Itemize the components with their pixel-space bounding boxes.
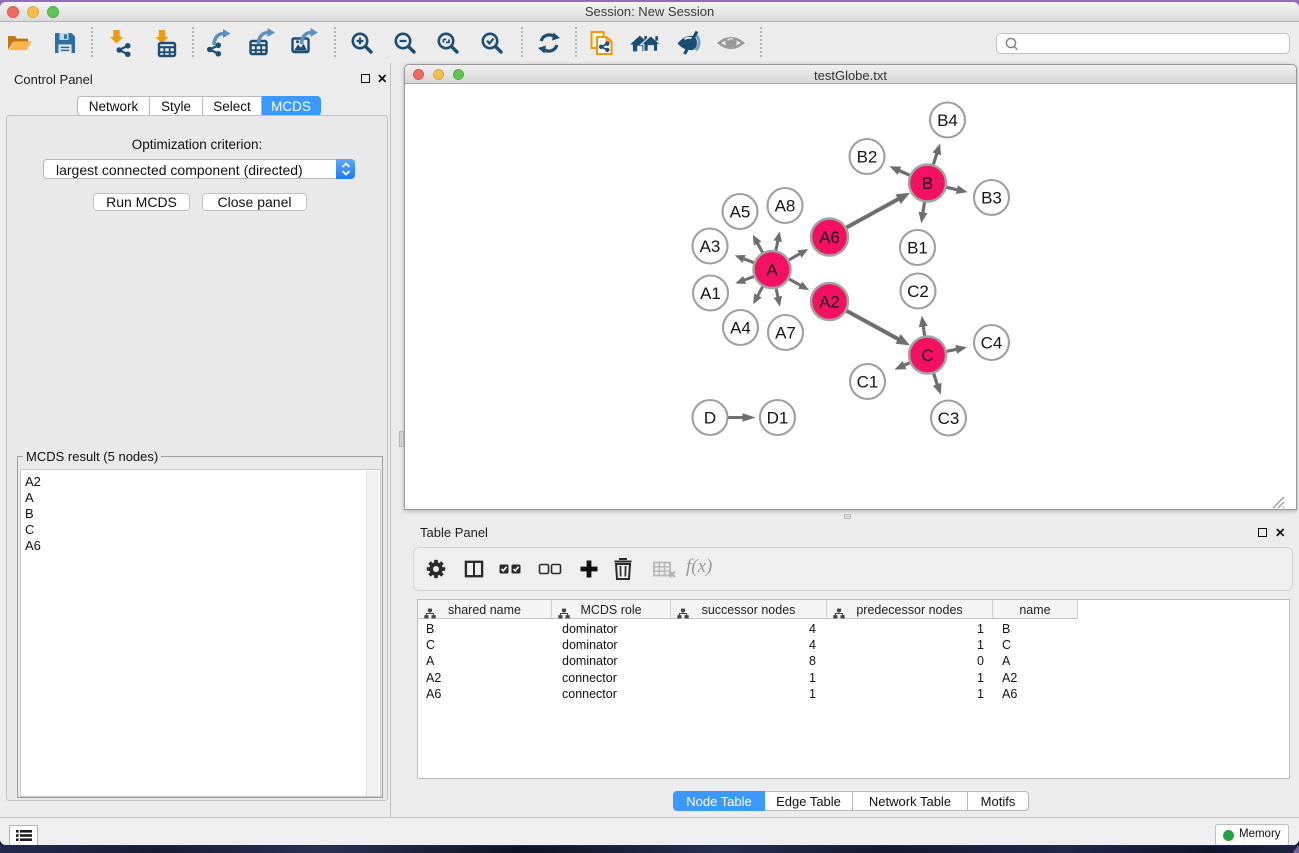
svg-text:A1: A1 (700, 284, 721, 303)
svg-text:A6: A6 (819, 228, 840, 247)
svg-text:B: B (922, 174, 933, 193)
svg-text:C3: C3 (938, 409, 960, 428)
svg-text:B3: B3 (981, 189, 1002, 208)
svg-text:A2: A2 (819, 293, 840, 312)
svg-text:A: A (766, 261, 778, 280)
svg-text:A5: A5 (730, 203, 751, 222)
svg-text:B2: B2 (857, 148, 878, 167)
svg-text:C4: C4 (981, 334, 1003, 353)
svg-text:C2: C2 (907, 282, 929, 301)
svg-text:B1: B1 (907, 239, 928, 258)
svg-text:D: D (704, 409, 716, 428)
svg-text:B4: B4 (937, 111, 958, 130)
svg-text:C1: C1 (857, 373, 879, 392)
svg-text:A4: A4 (730, 319, 751, 338)
svg-text:A3: A3 (700, 237, 721, 256)
svg-text:C: C (921, 346, 933, 365)
svg-text:A8: A8 (775, 197, 796, 216)
svg-text:A7: A7 (775, 324, 796, 343)
svg-text:D1: D1 (767, 409, 789, 428)
